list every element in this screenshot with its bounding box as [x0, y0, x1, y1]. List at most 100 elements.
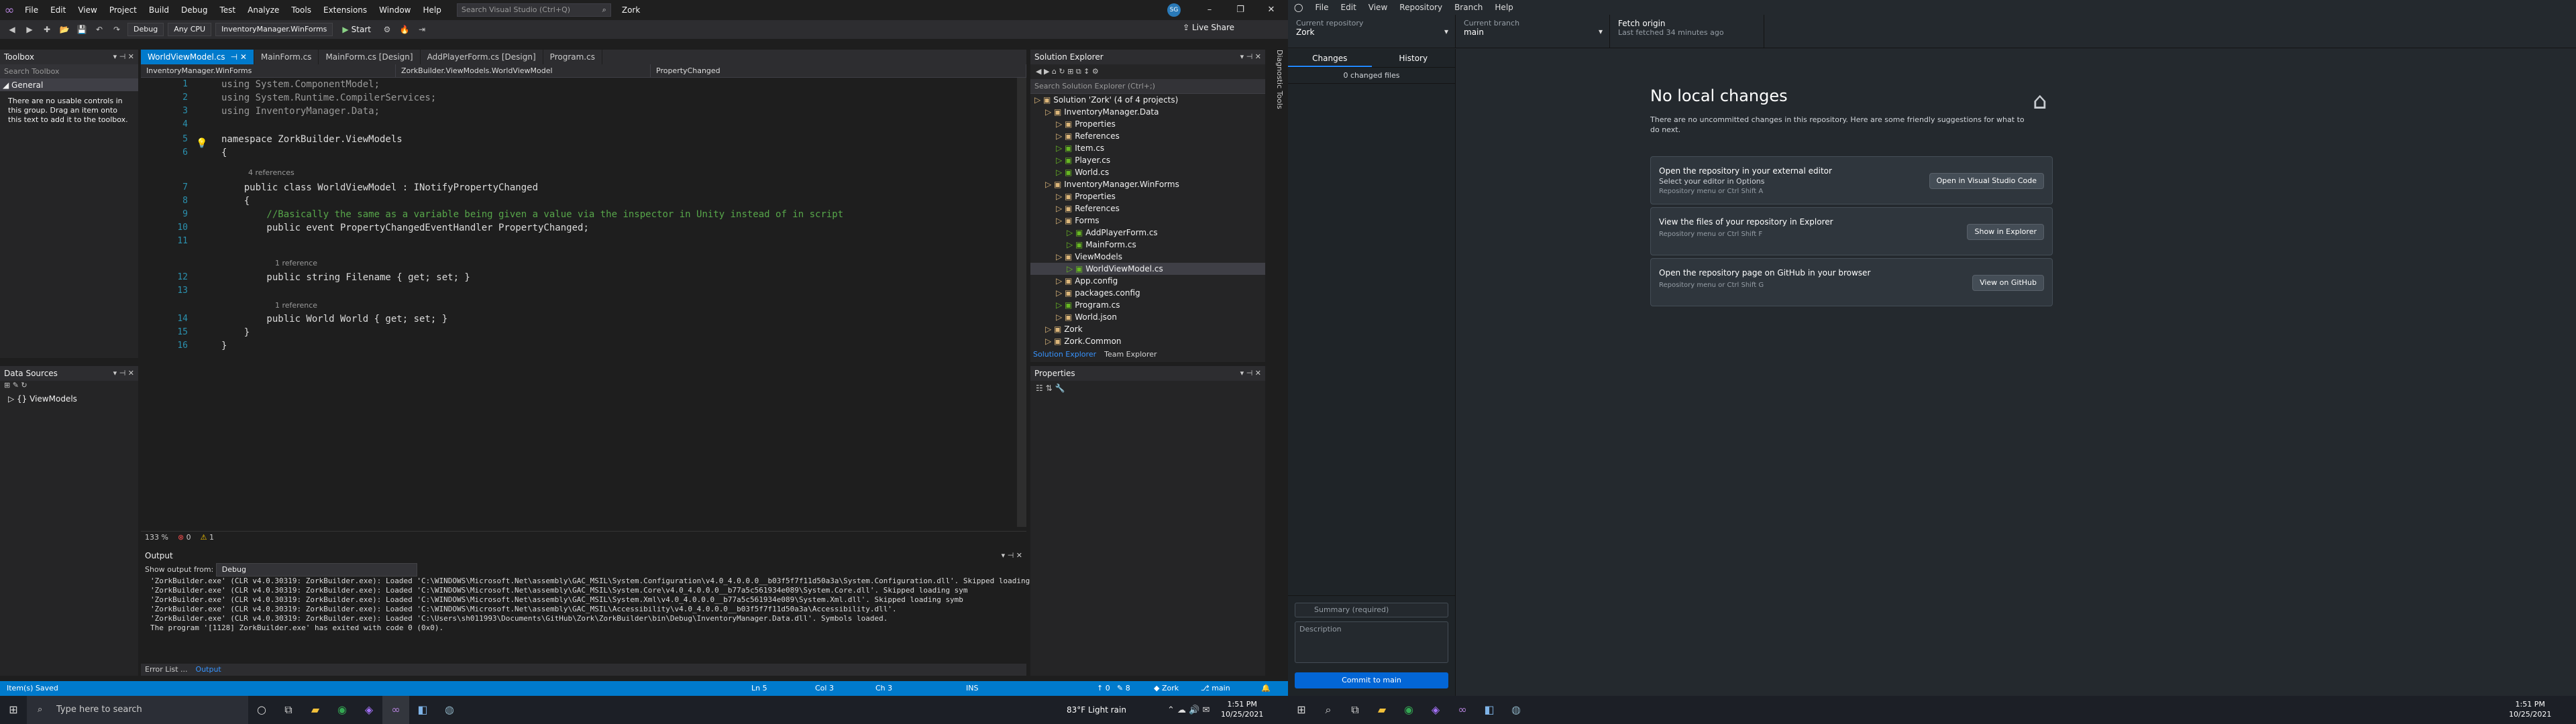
solution-tree-item[interactable]: ▷ ▣ packages.config: [1030, 287, 1265, 299]
config-dropdown[interactable]: Debug: [127, 23, 164, 36]
solution-tree-item[interactable]: ▷ ▣ References: [1030, 130, 1265, 142]
new-item-icon[interactable]: ✚: [40, 23, 54, 36]
clock[interactable]: 1:51 PM 10/25/2021: [1221, 699, 1263, 719]
solution-tree-item[interactable]: ▷ ▣ AddPlayerForm.cs: [1030, 227, 1265, 239]
maximize-icon[interactable]: ❐: [1225, 0, 1256, 20]
status-repo[interactable]: ◆ Zork: [1154, 681, 1179, 696]
solution-tree-item[interactable]: ▷ ▣ MainForm.cs: [1030, 239, 1265, 251]
github-desktop-icon[interactable]: ◈: [356, 696, 382, 724]
description-input[interactable]: Description: [1295, 621, 1448, 663]
search-icon[interactable]: ⌕: [1315, 696, 1342, 724]
menu-extensions[interactable]: Extensions: [317, 0, 373, 20]
tab-history[interactable]: History: [1372, 49, 1456, 67]
solution-tree-item[interactable]: ▷ ▣ Zork: [1030, 323, 1265, 335]
gh-menu-help[interactable]: Help: [1489, 3, 1519, 12]
attach-icon[interactable]: ⚙: [380, 23, 394, 36]
weather[interactable]: 83°F Light rain: [1067, 705, 1126, 715]
solution-tree-item[interactable]: ▷ ▣ WorldViewModel.cs: [1030, 263, 1265, 275]
pin-icon[interactable]: ▾ ⊣ ✕: [113, 50, 134, 64]
menu-window[interactable]: Window: [373, 0, 417, 20]
solution-explorer-search[interactable]: Search Solution Explorer (Ctrl+;): [1030, 79, 1265, 94]
data-source-item[interactable]: ▷ {} ViewModels: [0, 393, 138, 405]
summary-input[interactable]: Summary (required): [1295, 603, 1448, 617]
undo-icon[interactable]: ↶: [93, 23, 106, 36]
code-line[interactable]: 7 public class WorldViewModel : INotifyP…: [141, 181, 1013, 194]
diagnostic-tools-side-tab[interactable]: Diagnostic Tools: [1268, 50, 1284, 117]
forward-icon[interactable]: ▶: [23, 23, 36, 36]
vs-search-box[interactable]: Search Visual Studio (Ctrl+Q) ⌕: [456, 3, 611, 17]
solution-tree-item[interactable]: ▷ ▣ Properties: [1030, 190, 1265, 202]
tab-mainform-design[interactable]: MainForm.cs [Design]: [319, 50, 421, 64]
solution-tree-item[interactable]: ▷ ▣ Item.cs: [1030, 142, 1265, 154]
zoom-level[interactable]: 133 %: [145, 532, 168, 543]
solution-tree-item[interactable]: ▷ ▣ InventoryManager.Data: [1030, 106, 1265, 118]
start-button[interactable]: ▶ Start: [337, 25, 376, 34]
taskbar-search[interactable]: ⌕ Type here to search: [27, 696, 248, 724]
open-icon[interactable]: 📂: [58, 23, 71, 36]
platform-dropdown[interactable]: Any CPU: [168, 23, 212, 36]
visual-studio-icon[interactable]: ∞: [382, 696, 409, 724]
code-line[interactable]: 14 public World World { get; set; }: [141, 312, 1013, 326]
solution-tree-item[interactable]: ▷ ▣ Player.cs: [1030, 154, 1265, 166]
file-explorer-icon[interactable]: ▰: [302, 696, 329, 724]
editor-scrollbar[interactable]: [1017, 78, 1026, 527]
close-icon[interactable]: ⊣ ✕: [231, 52, 247, 62]
codelens-references[interactable]: 1 reference: [275, 259, 317, 267]
windows-start-icon[interactable]: ⊞: [0, 696, 27, 724]
warnings-indicator[interactable]: ⚠ 1: [201, 532, 214, 543]
gh-menu-file[interactable]: File: [1309, 3, 1334, 12]
class-dropdown[interactable]: ZorkBuilder.ViewModels.WorldViewModel: [396, 64, 651, 78]
solution-tree-item[interactable]: ▷ ▣ App.config: [1030, 275, 1265, 287]
app-icon[interactable]: ◧: [409, 696, 436, 724]
task-view-icon[interactable]: ⧉: [1342, 696, 1368, 724]
code-line[interactable]: 10 public event PropertyChangedEventHand…: [141, 221, 1013, 235]
code-line[interactable]: 11: [141, 235, 1013, 248]
code-line[interactable]: 3 using InventoryManager.Data;: [141, 105, 1013, 118]
tab-error-list[interactable]: Error List ...: [141, 664, 192, 676]
output-source-dropdown[interactable]: Debug: [215, 563, 417, 577]
code-line[interactable]: 6{: [141, 146, 1013, 160]
project-dropdown[interactable]: InventoryManager.WinForms: [141, 64, 396, 78]
menu-project[interactable]: Project: [103, 0, 143, 20]
code-line[interactable]: 16}: [141, 339, 1013, 353]
menu-build[interactable]: Build: [143, 0, 175, 20]
live-share-button[interactable]: ⇪ Live Share: [1183, 23, 1234, 32]
gh-menu-repository[interactable]: Repository: [1393, 3, 1448, 12]
open-in-vscode-button[interactable]: Open in Visual Studio Code: [1929, 173, 2044, 189]
github-desktop-icon[interactable]: ◈: [1422, 696, 1449, 724]
tab-program[interactable]: Program.cs: [543, 50, 602, 64]
tab-worldviewmodel[interactable]: WorldViewModel.cs ⊣ ✕: [141, 50, 254, 64]
windows-start-icon[interactable]: ⊞: [1288, 696, 1315, 724]
menu-analyze[interactable]: Analyze: [241, 0, 285, 20]
menu-tools[interactable]: Tools: [285, 0, 317, 20]
code-line[interactable]: 8 {: [141, 194, 1013, 208]
menu-test[interactable]: Test: [213, 0, 241, 20]
errors-indicator[interactable]: ⊗ 0: [178, 532, 191, 543]
code-line[interactable]: 13: [141, 284, 1013, 298]
back-icon[interactable]: ◀: [5, 23, 19, 36]
member-dropdown[interactable]: PropertyChanged: [651, 64, 1026, 78]
menu-file[interactable]: File: [19, 0, 44, 20]
show-in-explorer-button[interactable]: Show in Explorer: [1967, 224, 2044, 240]
toolbox-search[interactable]: Search Toolbox: [0, 64, 138, 79]
pin-icon[interactable]: ▾ ⊣ ✕: [113, 366, 134, 381]
clock[interactable]: 1:51 PM 10/25/2021: [2509, 699, 2551, 719]
pin-icon[interactable]: ▾ ⊣ ✕: [1002, 548, 1022, 563]
gh-menu-branch[interactable]: Branch: [1448, 3, 1489, 12]
tab-mainform[interactable]: MainForm.cs: [254, 50, 319, 64]
menu-help[interactable]: Help: [417, 0, 447, 20]
minimize-icon[interactable]: –: [1194, 0, 1225, 20]
tab-solution-explorer[interactable]: Solution Explorer: [1033, 350, 1096, 362]
app-icon[interactable]: ◍: [1503, 696, 1529, 724]
solution-tree-item[interactable]: ▷ ▣ Forms: [1030, 215, 1265, 227]
code-line[interactable]: 4: [141, 118, 1013, 131]
solution-tree-item[interactable]: ▷ ▣ Solution 'Zork' (4 of 4 projects): [1030, 94, 1265, 106]
step-icon[interactable]: ⇥: [415, 23, 429, 36]
solution-tree-item[interactable]: ▷ ▣ World.cs: [1030, 166, 1265, 178]
menu-view[interactable]: View: [72, 0, 103, 20]
app-icon[interactable]: ◍: [436, 696, 463, 724]
menu-edit[interactable]: Edit: [44, 0, 72, 20]
commit-button[interactable]: Commit to main: [1295, 672, 1448, 688]
task-view-icon[interactable]: ⧉: [275, 696, 302, 724]
tab-changes[interactable]: Changes: [1288, 49, 1372, 67]
